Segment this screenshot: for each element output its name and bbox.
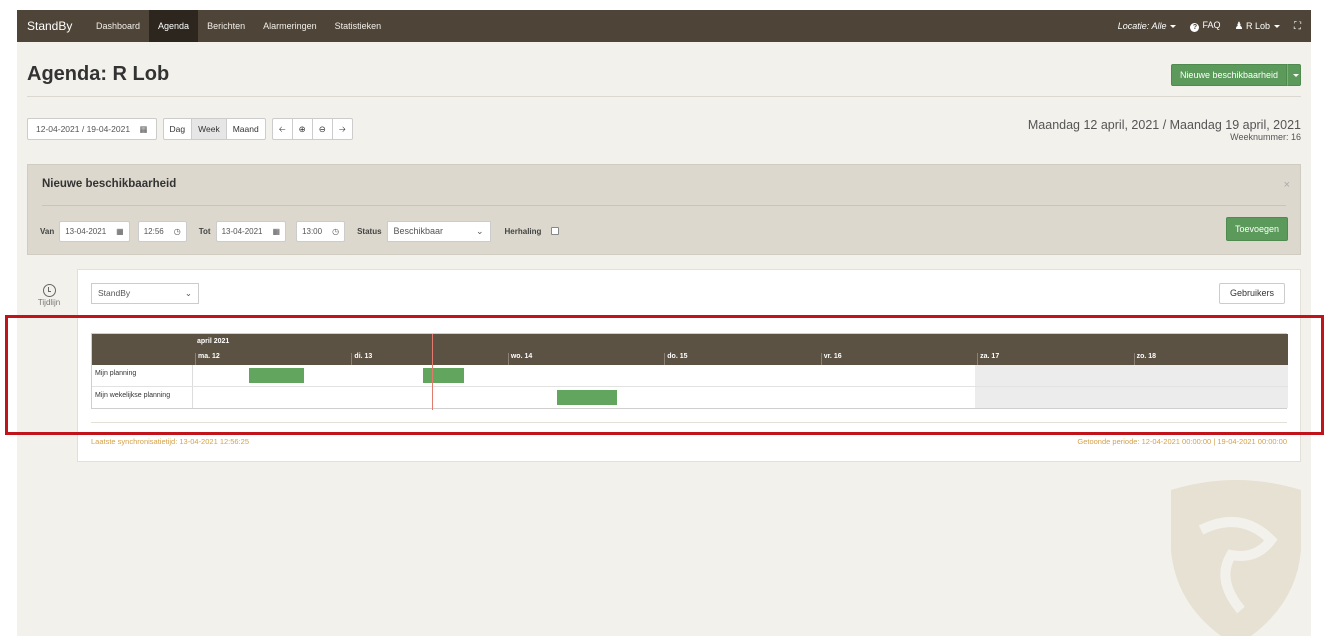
clock-icon: ◷	[173, 226, 181, 236]
van-time-value: 12:56	[143, 226, 164, 236]
shown-period: Getoonde periode: 12-04-2021 00:00:00 | …	[1077, 437, 1287, 446]
brand-logo[interactable]: StandBy	[27, 10, 72, 42]
timeline-label: Tijdlijn	[37, 298, 61, 307]
sync-time: Laatste synchronisatietijd: 13-04-2021 1…	[91, 437, 250, 446]
page-title: Agenda: R Lob	[27, 63, 170, 85]
period-text: Maandag 12 april, 2021 / Maandag 19 apri…	[1027, 118, 1301, 132]
view-switcher: Dag Week Maand	[162, 118, 266, 140]
status-value: Beschikbaar	[393, 225, 444, 236]
user-icon: ♟	[1234, 20, 1244, 32]
new-availability-dropdown[interactable]	[1287, 64, 1301, 86]
view-day-button[interactable]: Dag	[162, 118, 193, 140]
tot-date-value: 13-04-2021	[221, 226, 263, 236]
caret-down-icon	[1274, 24, 1280, 28]
week-number: Weeknummer: 16	[1230, 132, 1301, 142]
tot-date-input[interactable]: 13-04-2021 ▦	[215, 220, 287, 242]
group-select[interactable]: StandBy ⌄	[91, 283, 199, 304]
timeline-toggle[interactable]: Tijdlijn	[35, 284, 63, 307]
users-button[interactable]: Gebruikers	[1218, 283, 1285, 304]
fullscreen-icon[interactable]: ⛶	[1294, 21, 1301, 32]
user-menu[interactable]: ♟ R Lob	[1234, 21, 1280, 32]
herhaling-checkbox[interactable]	[551, 227, 560, 235]
tot-time-input[interactable]: 13:00 ◷	[296, 220, 346, 242]
new-availability-panel: Nieuwe beschikbaarheid × Van 13-04-2021 ▦…	[27, 164, 1301, 255]
tot-label: Tot	[198, 226, 211, 236]
arrow-right-icon[interactable]: 🡢	[331, 118, 353, 140]
panel-divider	[42, 205, 1286, 206]
main-nav: Dashboard Agenda Berichten Alarmeringen …	[87, 10, 390, 42]
new-availability-button-group: Nieuwe beschikbaarheid	[1170, 64, 1301, 86]
calendar-icon: ▦	[139, 124, 148, 134]
faq-link[interactable]: ? FAQ	[1190, 20, 1220, 32]
nav-statistieken[interactable]: Statistieken	[326, 10, 391, 42]
date-range-input[interactable]: 12-04-2021 / 19-04-2021 ▦	[27, 118, 157, 140]
availability-form: Van 13-04-2021 ▦ 12:56 ◷ Tot 13-04-2021 ▦ 1…	[40, 220, 560, 242]
nav-zoom-buttons: 🡠 ⊕ ⊖ 🡢	[271, 118, 353, 140]
tot-time-value: 13:00	[302, 226, 323, 236]
herhaling-label: Herhaling	[504, 226, 542, 236]
calendar-icon: ▦	[116, 226, 124, 236]
group-select-value: StandBy	[98, 288, 131, 298]
period-info: Maandag 12 april, 2021 / Maandag 19 apri…	[1028, 118, 1301, 142]
van-label: Van	[40, 226, 55, 236]
panel-title: Nieuwe beschikbaarheid	[42, 178, 177, 190]
nav-alarmeringen[interactable]: Alarmeringen	[254, 10, 326, 42]
user-name: R Lob	[1245, 20, 1270, 31]
van-date-input[interactable]: 13-04-2021 ▦	[59, 220, 130, 242]
location-label: Locatie: Alle	[1117, 21, 1167, 31]
nav-agenda[interactable]: Agenda	[149, 10, 199, 42]
arrow-left-icon[interactable]: 🡠	[271, 118, 293, 140]
close-icon[interactable]: ×	[1284, 179, 1290, 191]
status-label: Status	[357, 226, 382, 236]
status-select[interactable]: Beschikbaar ⌄	[386, 220, 491, 242]
agenda-toolbar: 12-04-2021 / 19-04-2021 ▦ Dag Week Maand…	[27, 118, 353, 140]
nav-dashboard[interactable]: Dashboard	[87, 10, 149, 42]
view-week-button[interactable]: Week	[191, 118, 227, 140]
navbar: StandBy Dashboard Agenda Berichten Alarm…	[17, 10, 1311, 42]
chevron-down-icon: ⌄	[475, 225, 484, 236]
add-button[interactable]: Toevoegen	[1225, 217, 1288, 241]
background-shield-logo	[1171, 480, 1301, 636]
new-availability-button[interactable]: Nieuwe beschikbaarheid	[1170, 64, 1287, 86]
question-icon: ?	[1190, 23, 1200, 32]
faq-label: FAQ	[1202, 20, 1221, 30]
date-range-value: 12-04-2021 / 19-04-2021	[36, 124, 131, 134]
caret-down-icon	[1293, 73, 1299, 77]
caret-down-icon	[1170, 25, 1177, 28]
van-date-value: 13-04-2021	[65, 226, 107, 236]
location-dropdown[interactable]: Locatie: Alle	[1118, 21, 1177, 31]
divider	[27, 96, 1301, 97]
nav-berichten[interactable]: Berichten	[198, 10, 254, 42]
clock-icon	[42, 284, 56, 297]
highlight-box	[5, 315, 1324, 435]
zoom-in-icon[interactable]: ⊕	[291, 118, 313, 140]
navbar-right: Locatie: Alle ? FAQ ♟ R Lob ⛶	[1118, 10, 1301, 42]
calendar-icon: ▦	[272, 226, 281, 236]
clock-icon: ◷	[332, 226, 340, 236]
van-time-input[interactable]: 12:56 ◷	[137, 220, 187, 242]
zoom-out-icon[interactable]: ⊖	[311, 118, 333, 140]
chevron-down-icon: ⌄	[184, 288, 192, 298]
view-month-button[interactable]: Maand	[225, 118, 266, 140]
